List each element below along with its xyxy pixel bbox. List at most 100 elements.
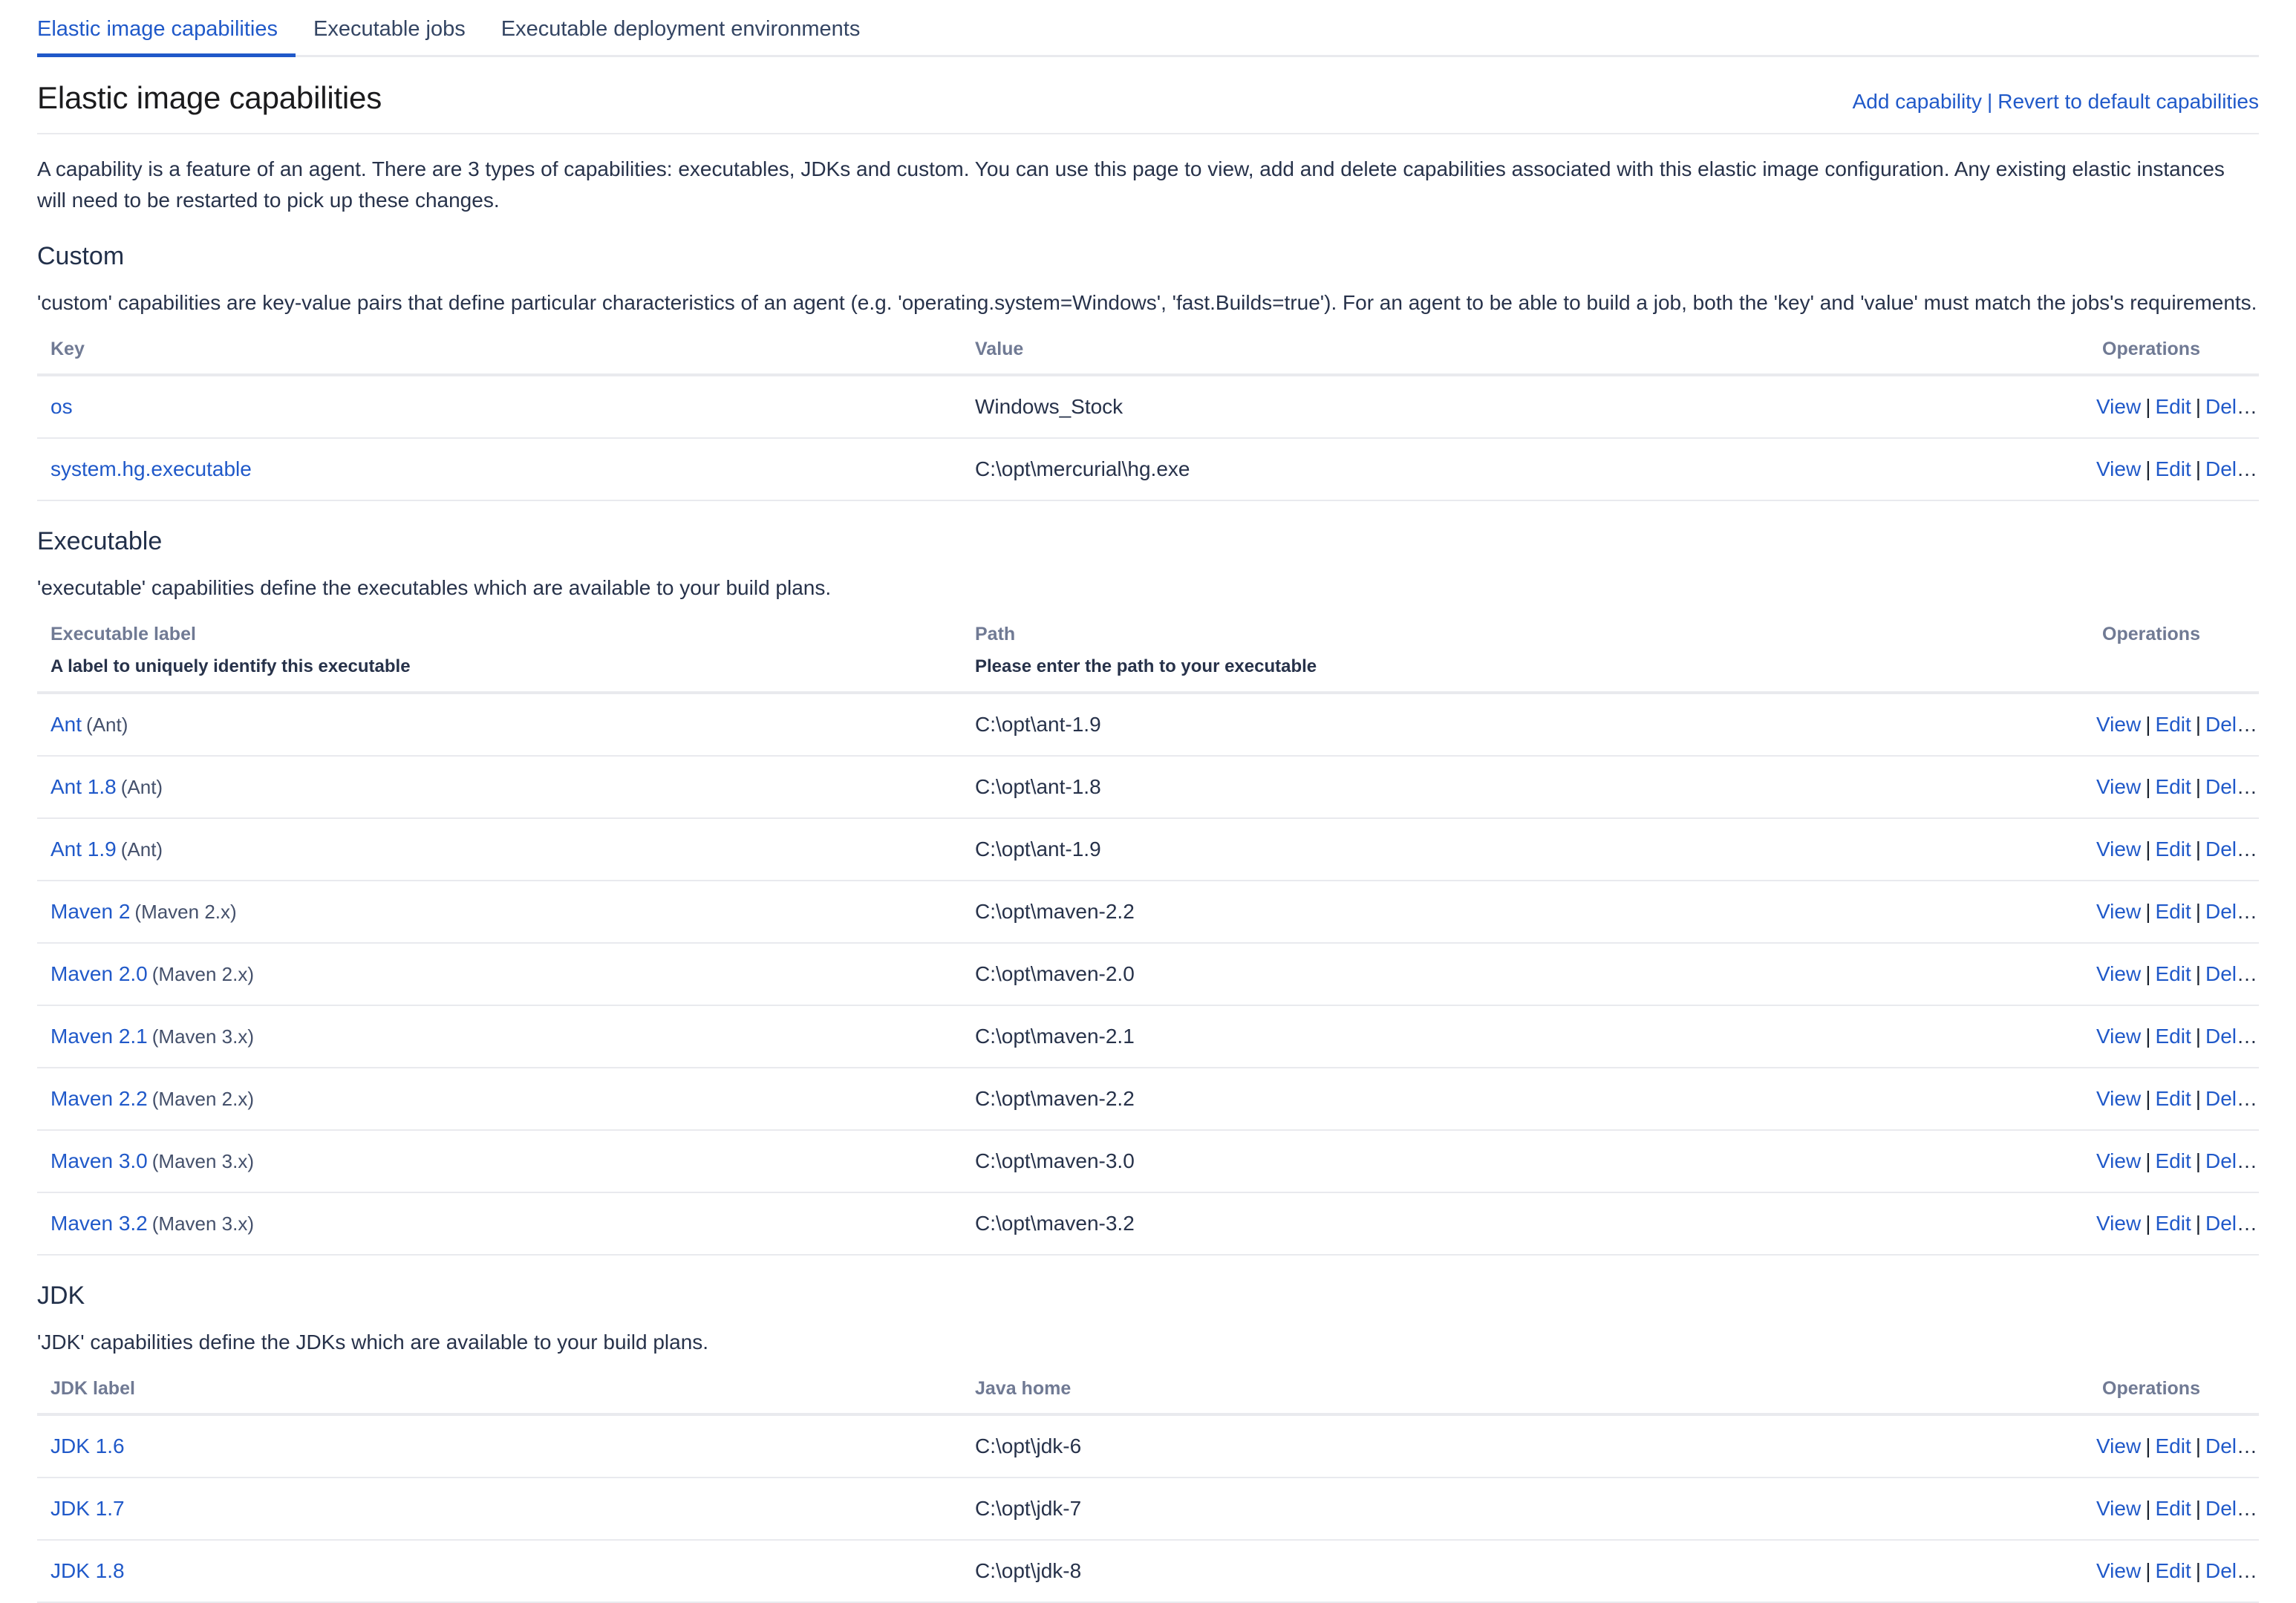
intro-paragraph: A capability is a feature of an agent. T… [37, 157, 2225, 212]
view-link[interactable]: View [2096, 900, 2141, 923]
ops-separator: | [2145, 1434, 2151, 1457]
custom-key-link[interactable]: os [50, 395, 73, 418]
tab-list: Elastic image capabilities Executable jo… [37, 16, 2259, 57]
custom-table-body: os Windows_Stock View|Edit|Delete system… [37, 375, 2259, 501]
table-row: Maven 2 (Maven 2.x) C:\opt\maven-2.2 View… [37, 881, 2259, 944]
ops-separator: | [2145, 457, 2151, 480]
edit-link[interactable]: Edit [2155, 838, 2191, 861]
delete-link[interactable]: Delete [2205, 838, 2259, 861]
column-header-java-home-text: Java home [975, 1378, 1072, 1399]
ops-separator: | [2195, 457, 2201, 480]
view-link[interactable]: View [2096, 457, 2141, 480]
view-link[interactable]: View [2096, 1497, 2141, 1520]
jdk-label-cell: JDK 1.6 [37, 1414, 962, 1478]
jdk-table-body: JDK 1.6 C:\opt\jdk-6 View|Edit|Delete JD… [37, 1414, 2259, 1603]
view-link[interactable]: View [2096, 1087, 2141, 1110]
edit-link[interactable]: Edit [2155, 900, 2191, 923]
executable-type: (Maven 3.x) [151, 1025, 255, 1048]
executable-type: (Ant) [120, 776, 163, 798]
view-link[interactable]: View [2096, 395, 2141, 418]
table-row: JDK 1.7 C:\opt\jdk-7 View|Edit|Delete [37, 1478, 2259, 1541]
edit-link[interactable]: Edit [2155, 713, 2191, 736]
row-operations: View|Edit|Delete [2083, 1478, 2259, 1541]
delete-link[interactable]: Delete [2205, 395, 2259, 418]
delete-link[interactable]: Delete [2205, 962, 2259, 985]
ops-separator: | [2195, 838, 2201, 861]
edit-link[interactable]: Edit [2155, 1434, 2191, 1457]
jdk-label-link[interactable]: JDK 1.7 [50, 1497, 125, 1520]
executable-path-cell: C:\opt\maven-2.2 [962, 1068, 2083, 1131]
executable-type: (Ant) [86, 714, 128, 736]
tab-executable-deployment-environments[interactable]: Executable deployment environments [483, 16, 878, 57]
executable-label-link[interactable]: Maven 2.1 [50, 1025, 148, 1048]
executable-label-cell: Ant 1.9 (Ant) [37, 818, 962, 881]
executable-label-link[interactable]: Maven 2 [50, 900, 130, 923]
executable-label-link[interactable]: Ant 1.9 [50, 838, 117, 861]
edit-link[interactable]: Edit [2155, 1212, 2191, 1235]
edit-link[interactable]: Edit [2155, 962, 2191, 985]
view-link[interactable]: View [2096, 1559, 2141, 1582]
view-link[interactable]: View [2096, 775, 2141, 798]
column-header-jdk-label: JDK label [37, 1377, 962, 1416]
custom-value-cell: Windows_Stock [962, 375, 2083, 439]
delete-link[interactable]: Delete [2205, 1559, 2259, 1582]
revert-to-default-capabilities-link[interactable]: Revert to default capabilities [1997, 90, 2259, 113]
tab-executable-jobs[interactable]: Executable jobs [296, 16, 483, 57]
delete-link[interactable]: Delete [2205, 1497, 2259, 1520]
executable-label-link[interactable]: Maven 2.0 [50, 962, 148, 985]
custom-value-cell: C:\opt\mercurial\hg.exe [962, 438, 2083, 501]
edit-link[interactable]: Edit [2155, 1087, 2191, 1110]
view-link[interactable]: View [2096, 962, 2141, 985]
edit-link[interactable]: Edit [2155, 1497, 2191, 1520]
executable-label-link[interactable]: Ant 1.8 [50, 775, 117, 798]
view-link[interactable]: View [2096, 1212, 2141, 1235]
ops-separator: | [2195, 1559, 2201, 1582]
executable-capabilities-table: Executable label A label to uniquely ide… [37, 623, 2259, 1256]
edit-link[interactable]: Edit [2155, 1025, 2191, 1048]
view-link[interactable]: View [2096, 838, 2141, 861]
jdk-label-link[interactable]: JDK 1.6 [50, 1434, 125, 1457]
executable-path-cell: C:\opt\ant-1.9 [962, 693, 2083, 757]
edit-link[interactable]: Edit [2155, 775, 2191, 798]
ops-separator: | [2195, 395, 2201, 418]
edit-link[interactable]: Edit [2155, 1149, 2191, 1172]
view-link[interactable]: View [2096, 713, 2141, 736]
delete-link[interactable]: Delete [2205, 1025, 2259, 1048]
edit-link[interactable]: Edit [2155, 395, 2191, 418]
delete-link[interactable]: Delete [2205, 1149, 2259, 1172]
view-link[interactable]: View [2096, 1434, 2141, 1457]
executable-path-cell: C:\opt\maven-2.1 [962, 1005, 2083, 1068]
ops-separator: | [2195, 1434, 2201, 1457]
edit-link[interactable]: Edit [2155, 1559, 2191, 1582]
delete-link[interactable]: Delete [2205, 1434, 2259, 1457]
add-capability-link[interactable]: Add capability [1853, 90, 1982, 113]
delete-link[interactable]: Delete [2205, 457, 2259, 480]
executable-label-cell: Ant (Ant) [37, 693, 962, 757]
executable-label-link[interactable]: Maven 3.2 [50, 1212, 148, 1235]
delete-link[interactable]: Delete [2205, 713, 2259, 736]
executable-label-link[interactable]: Maven 2.2 [50, 1087, 148, 1110]
row-operations: View|Edit|Delete [2083, 1068, 2259, 1131]
executable-label-link[interactable]: Maven 3.0 [50, 1149, 148, 1172]
delete-link[interactable]: Delete [2205, 900, 2259, 923]
row-operations: View|Edit|Delete [2083, 881, 2259, 944]
capabilities-page: Elastic image capabilities Executable jo… [0, 0, 2296, 1603]
edit-link[interactable]: Edit [2155, 457, 2191, 480]
delete-link[interactable]: Delete [2205, 1212, 2259, 1235]
delete-link[interactable]: Delete [2205, 1087, 2259, 1110]
executable-path-cell: C:\opt\maven-3.2 [962, 1192, 2083, 1256]
custom-key-link[interactable]: system.hg.executable [50, 457, 252, 480]
custom-section-description: 'custom' capabilities are key-value pair… [37, 291, 2257, 314]
ops-separator: | [2195, 1497, 2201, 1520]
ops-separator: | [2145, 838, 2151, 861]
table-row: Maven 3.2 (Maven 3.x) C:\opt\maven-3.2 Vi… [37, 1192, 2259, 1256]
table-header-row: JDK label Java home Operations [37, 1377, 2259, 1416]
executable-path-cell: C:\opt\maven-2.0 [962, 943, 2083, 1006]
executable-label-link[interactable]: Ant [50, 713, 82, 736]
table-row: JDK 1.6 C:\opt\jdk-6 View|Edit|Delete [37, 1414, 2259, 1478]
tab-elastic-image-capabilities[interactable]: Elastic image capabilities [37, 16, 296, 57]
view-link[interactable]: View [2096, 1149, 2141, 1172]
jdk-label-link[interactable]: JDK 1.8 [50, 1559, 125, 1582]
delete-link[interactable]: Delete [2205, 775, 2259, 798]
view-link[interactable]: View [2096, 1025, 2141, 1048]
